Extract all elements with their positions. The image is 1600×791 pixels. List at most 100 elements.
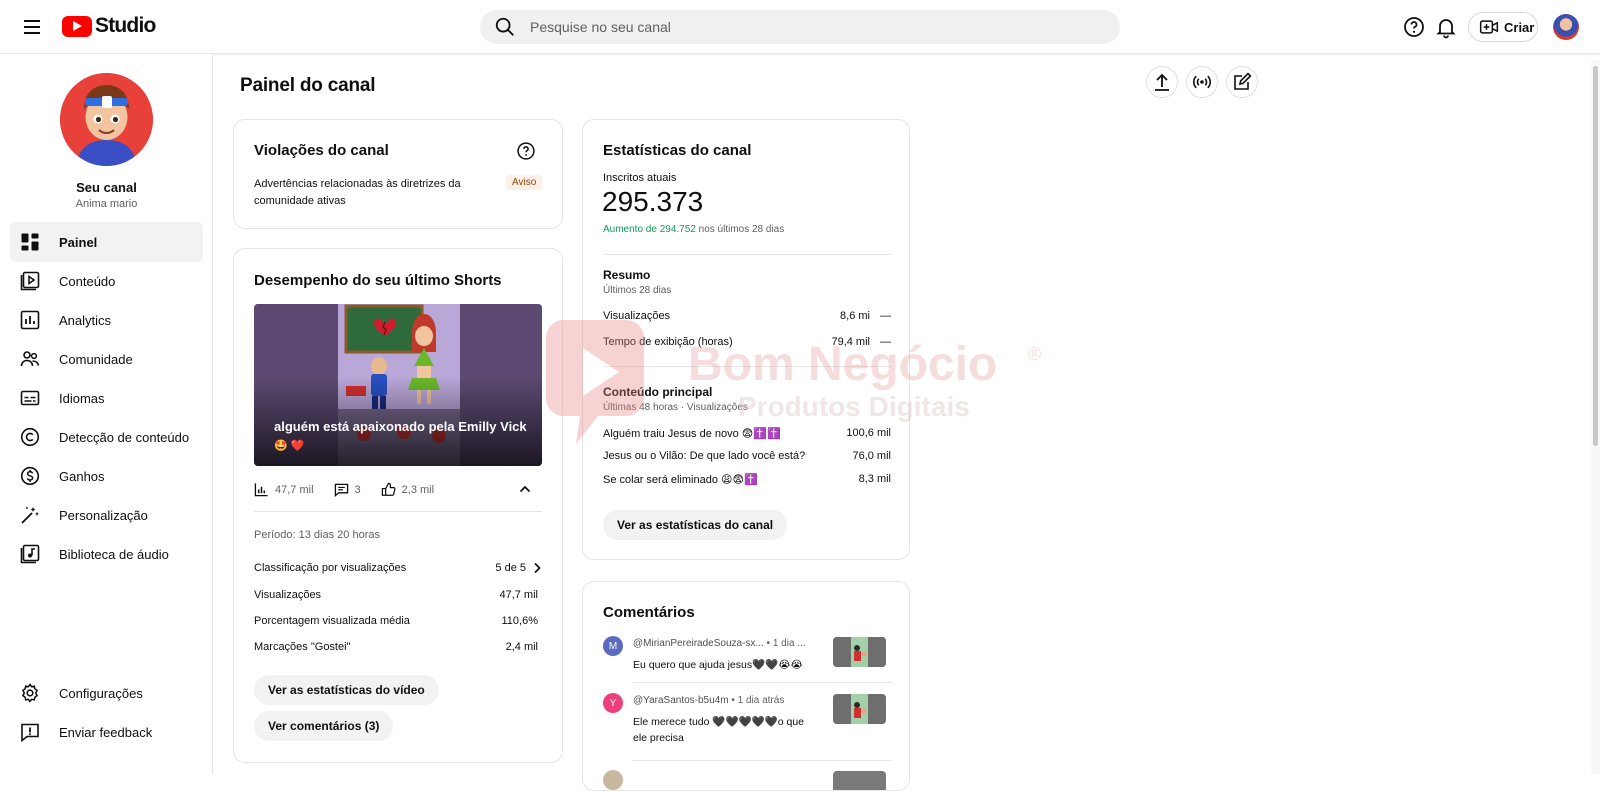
comment-time: • 1 dia atrás	[728, 695, 785, 706]
top-bar: Studio Criar	[0, 0, 1600, 54]
sidebar-item-customization[interactable]: Personalização	[10, 495, 203, 535]
upload-button[interactable]	[1146, 66, 1178, 98]
edit-icon	[1234, 72, 1252, 90]
row-value: 110,6%	[501, 615, 539, 627]
comment-video-thumbnail[interactable]	[833, 637, 886, 667]
comment-author[interactable]: @MirianPereiradeSouza-sx...	[633, 638, 764, 649]
page-title: Painel do canal	[240, 75, 376, 96]
channel-stats-button[interactable]: Ver as estatísticas do canal	[603, 510, 788, 540]
warning-badge: Aviso	[506, 175, 543, 190]
sidebar-item-community[interactable]: Comunidade	[10, 339, 203, 379]
divider	[633, 760, 891, 761]
short-video-emoji: 🤩 ❤️	[274, 440, 305, 452]
search-input[interactable]	[530, 19, 1090, 35]
comments-card: Comentários M @MirianPereiradeSouza-sx..…	[582, 581, 910, 791]
help-icon[interactable]	[516, 141, 536, 161]
sidebar-item-analytics[interactable]: Analytics	[10, 300, 203, 340]
row-value: 8,3 mil	[858, 473, 891, 485]
watermark-mark: ®	[1028, 344, 1041, 364]
search-bar[interactable]	[480, 10, 1120, 44]
content-icon	[20, 271, 40, 291]
channel-stats-card: Estatísticas do canal Inscritos atuais 2…	[582, 119, 910, 560]
top-content-row[interactable]: Alguém traiu Jesus de novo 😨✝️✝️ 100,6 m…	[603, 427, 891, 440]
sidebar-item-languages[interactable]: Idiomas	[10, 378, 203, 418]
sidebar: Seu canal Anima mario Painel Conteúdo An…	[0, 54, 213, 774]
channel-name: Seu canal	[76, 180, 137, 195]
row-value: 100,6 mil	[846, 427, 891, 439]
search-icon[interactable]	[494, 16, 516, 38]
create-post-button[interactable]	[1226, 66, 1258, 98]
row-label: Visualizações	[254, 589, 322, 601]
chevron-up-icon[interactable]	[518, 482, 532, 496]
comment-author[interactable]: @YaraSantos-b5u4m	[633, 695, 729, 706]
comment-video-thumbnail[interactable]	[833, 694, 886, 724]
sidebar-item-feedback[interactable]: Enviar feedback	[10, 712, 203, 752]
youtube-logo-icon	[62, 15, 92, 37]
row-value: 5 de 5	[495, 562, 526, 574]
sidebar-item-label: Painel	[59, 234, 98, 250]
top-content-row[interactable]: Jesus ou o Vilão: De que lado você está?…	[603, 450, 891, 462]
channel-handle: Anima mario	[75, 198, 138, 210]
sidebar-item-label: Comunidade	[59, 351, 133, 367]
channel-avatar[interactable]	[60, 73, 153, 166]
comment-video-thumbnail[interactable]	[833, 771, 886, 790]
avatar[interactable]: M	[603, 636, 623, 656]
sidebar-item-content-detection[interactable]: Detecção de conteúdo	[10, 417, 203, 457]
row-value: 76,0 mil	[852, 450, 891, 462]
sidebar-item-settings[interactable]: Configurações	[10, 673, 203, 713]
create-button[interactable]: Criar	[1468, 12, 1538, 42]
top-content-period: Últimas 48 horas · Visualizações	[603, 402, 748, 413]
menu-icon[interactable]	[20, 15, 44, 39]
short-rank-row[interactable]: Classificação por visualizações 5 de 5	[254, 562, 542, 574]
studio-logo[interactable]: Studio	[62, 14, 156, 38]
comment-icon	[334, 483, 348, 497]
divider	[254, 511, 542, 512]
top-content-row[interactable]: Se colar será eliminado 😩😨✝️ 8,3 mil	[603, 473, 891, 486]
sidebar-item-label: Enviar feedback	[59, 724, 153, 740]
scrollbar[interactable]	[1591, 60, 1600, 774]
notifications-icon[interactable]	[1434, 15, 1458, 39]
sidebar-item-label: Analytics	[59, 312, 112, 328]
row-label: Classificação por visualizações	[254, 562, 407, 574]
row-label: Porcentagem visualizada média	[254, 615, 410, 627]
stats-title: Estatísticas do canal	[603, 142, 752, 159]
logo-text: Studio	[95, 14, 156, 37]
account-avatar[interactable]	[1553, 14, 1579, 40]
row-value: 79,4 mil	[831, 336, 870, 348]
avatar[interactable]	[603, 770, 623, 790]
violations-text: Advertências relacionadas às diretrizes …	[254, 178, 461, 207]
avatar[interactable]: Y	[603, 693, 623, 713]
settings-icon	[21, 683, 39, 703]
row-label: Jesus ou o Vilão: De que lado você está?	[603, 450, 806, 462]
sidebar-item-earn[interactable]: Ganhos	[10, 456, 203, 496]
divider	[603, 254, 891, 255]
comment-meta: @MirianPereiradeSouza-sx... • 1 dia ...	[633, 638, 833, 649]
views-chart-icon	[254, 483, 268, 497]
sidebar-item-label: Conteúdo	[59, 273, 116, 289]
row-label: Visualizações	[603, 310, 671, 322]
comment-text: Eu quero que ajuda jesus🖤🖤😭😭	[633, 659, 803, 671]
short-thumbnail[interactable]: alguém está apaixonado pela Emilly Vick …	[254, 304, 542, 466]
audio-library-icon	[20, 544, 40, 564]
summary-title: Resumo	[603, 268, 651, 282]
sidebar-item-dashboard[interactable]: Painel	[10, 222, 203, 262]
sidebar-item-label: Idiomas	[59, 390, 105, 406]
growth-value: Aumento de 294.752	[603, 224, 696, 235]
view-comments-button[interactable]: Ver comentários (3)	[254, 711, 394, 741]
summary-period: Últimos 28 dias	[603, 285, 672, 296]
short-comments: 3	[354, 483, 361, 496]
sidebar-item-audio-library[interactable]: Biblioteca de áudio	[10, 534, 203, 574]
live-icon	[1193, 75, 1211, 89]
go-live-button[interactable]	[1186, 66, 1218, 98]
sidebar-item-label: Configurações	[59, 685, 143, 701]
comment-time: • 1 dia ...	[763, 638, 806, 649]
row-value: 8,6 mi	[840, 310, 870, 322]
video-stats-button[interactable]: Ver as estatísticas do vídeo	[254, 675, 439, 705]
sidebar-item-content[interactable]: Conteúdo	[10, 261, 203, 301]
create-label: Criar	[1504, 19, 1535, 35]
subs-value: 295.373	[602, 186, 704, 217]
row-value: 2,4 mil	[505, 641, 538, 653]
earn-icon	[20, 466, 40, 486]
scrollbar-thumb[interactable]	[1593, 66, 1598, 446]
help-icon[interactable]	[1402, 15, 1426, 39]
